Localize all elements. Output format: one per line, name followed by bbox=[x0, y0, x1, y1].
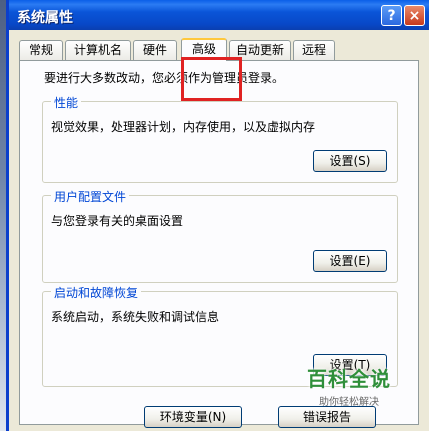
title-bar[interactable]: 系统属性 ? × bbox=[9, 0, 429, 30]
tab-auto-update[interactable]: 自动更新 bbox=[229, 40, 291, 60]
user-profiles-settings-button[interactable]: 设置(E) bbox=[313, 250, 387, 272]
performance-group-label: 性能 bbox=[51, 94, 82, 111]
performance-description: 视觉效果，处理器计划，内存使用，以及虚拟内存 bbox=[51, 120, 316, 134]
error-reporting-button[interactable]: 错误报告 bbox=[278, 406, 376, 428]
window-title: 系统属性 bbox=[17, 10, 73, 26]
watermark-logo: 百科全说 助你轻松解决 bbox=[298, 363, 400, 408]
tab-hardware[interactable]: 硬件 bbox=[133, 40, 177, 60]
performance-group: 性能 视觉效果，处理器计划，内存使用，以及虚拟内存 设置(S) bbox=[42, 94, 398, 183]
help-icon: ? bbox=[387, 7, 396, 24]
tab-remote[interactable]: 远程 bbox=[293, 40, 335, 60]
help-button[interactable]: ? bbox=[381, 5, 402, 26]
tab-general[interactable]: 常规 bbox=[19, 40, 63, 60]
admin-notice: 要进行大多数改动，您必须作为管理员登录。 bbox=[44, 71, 285, 85]
performance-settings-button[interactable]: 设置(S) bbox=[313, 150, 387, 172]
close-button[interactable]: × bbox=[404, 5, 425, 26]
watermark-subtitle: 助你轻松解决 bbox=[319, 397, 379, 408]
tab-computer-name[interactable]: 计算机名 bbox=[65, 40, 131, 60]
tab-advanced[interactable]: 高级 bbox=[181, 38, 227, 61]
tab-strip: 常规 计算机名 硬件 高级 自动更新 远程 bbox=[19, 38, 419, 61]
user-profiles-group-label: 用户配置文件 bbox=[51, 188, 130, 205]
watermark-title: 百科全说 bbox=[307, 367, 391, 391]
environment-variables-button[interactable]: 环境变量(N) bbox=[144, 406, 242, 428]
user-profiles-group: 用户配置文件 与您登录有关的桌面设置 设置(E) bbox=[42, 188, 398, 283]
startup-recovery-description: 系统启动，系统失败和调试信息 bbox=[51, 310, 220, 324]
startup-recovery-group-label: 启动和故障恢复 bbox=[51, 284, 142, 301]
close-icon: × bbox=[408, 7, 421, 24]
user-profiles-description: 与您登录有关的桌面设置 bbox=[51, 214, 184, 228]
